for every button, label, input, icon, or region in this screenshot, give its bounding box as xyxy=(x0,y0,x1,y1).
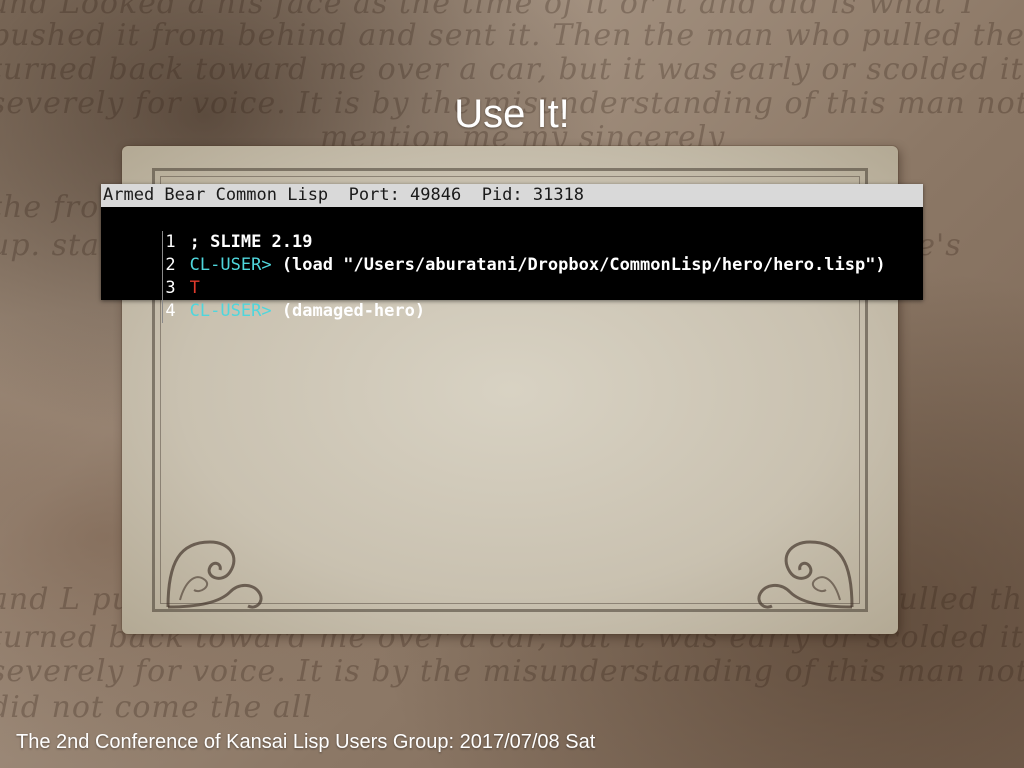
repl-line: 1 ; SLIME 2.19 xyxy=(101,208,923,254)
line-number: 2 xyxy=(162,254,179,277)
script-line: severely for voice. It is by the misunde… xyxy=(0,654,1024,689)
corner-ornament-icon xyxy=(757,540,854,609)
repl-result: T xyxy=(189,278,200,298)
repl-prompt: CL-USER> xyxy=(189,301,272,321)
corner-ornament-icon xyxy=(166,540,263,609)
repl-text: ; SLIME 2.19 xyxy=(189,232,313,252)
script-line: turned back toward me over a car, but it… xyxy=(0,52,1024,87)
line-number: 4 xyxy=(162,300,179,323)
slide-title: Use It! xyxy=(454,92,570,136)
repl-input: (damaged-hero) xyxy=(281,301,426,321)
line-number: 3 xyxy=(162,277,179,300)
script-line: did not come the all xyxy=(0,690,313,725)
script-line: pushed it from behind and sent it. Then … xyxy=(0,18,1024,53)
repl-prompt: CL-USER> xyxy=(189,255,272,275)
repl-body[interactable]: 1 ; SLIME 2.19 2 CL-USER> (load "/Users/… xyxy=(101,207,923,323)
repl-header: Armed Bear Common Lisp Port: 49846 Pid: … xyxy=(101,184,923,207)
repl-line: 4 CL-USER> (damaged-hero) xyxy=(101,277,923,323)
line-number: 1 xyxy=(162,231,179,254)
slime-repl-window[interactable]: Armed Bear Common Lisp Port: 49846 Pid: … xyxy=(101,184,923,323)
repl-input: (load "/Users/aburatani/Dropbox/CommonLi… xyxy=(281,255,886,275)
slide-footer: The 2nd Conference of Kansai Lisp Users … xyxy=(16,731,596,753)
script-line: and Looked a his face as the time of it … xyxy=(0,0,979,21)
